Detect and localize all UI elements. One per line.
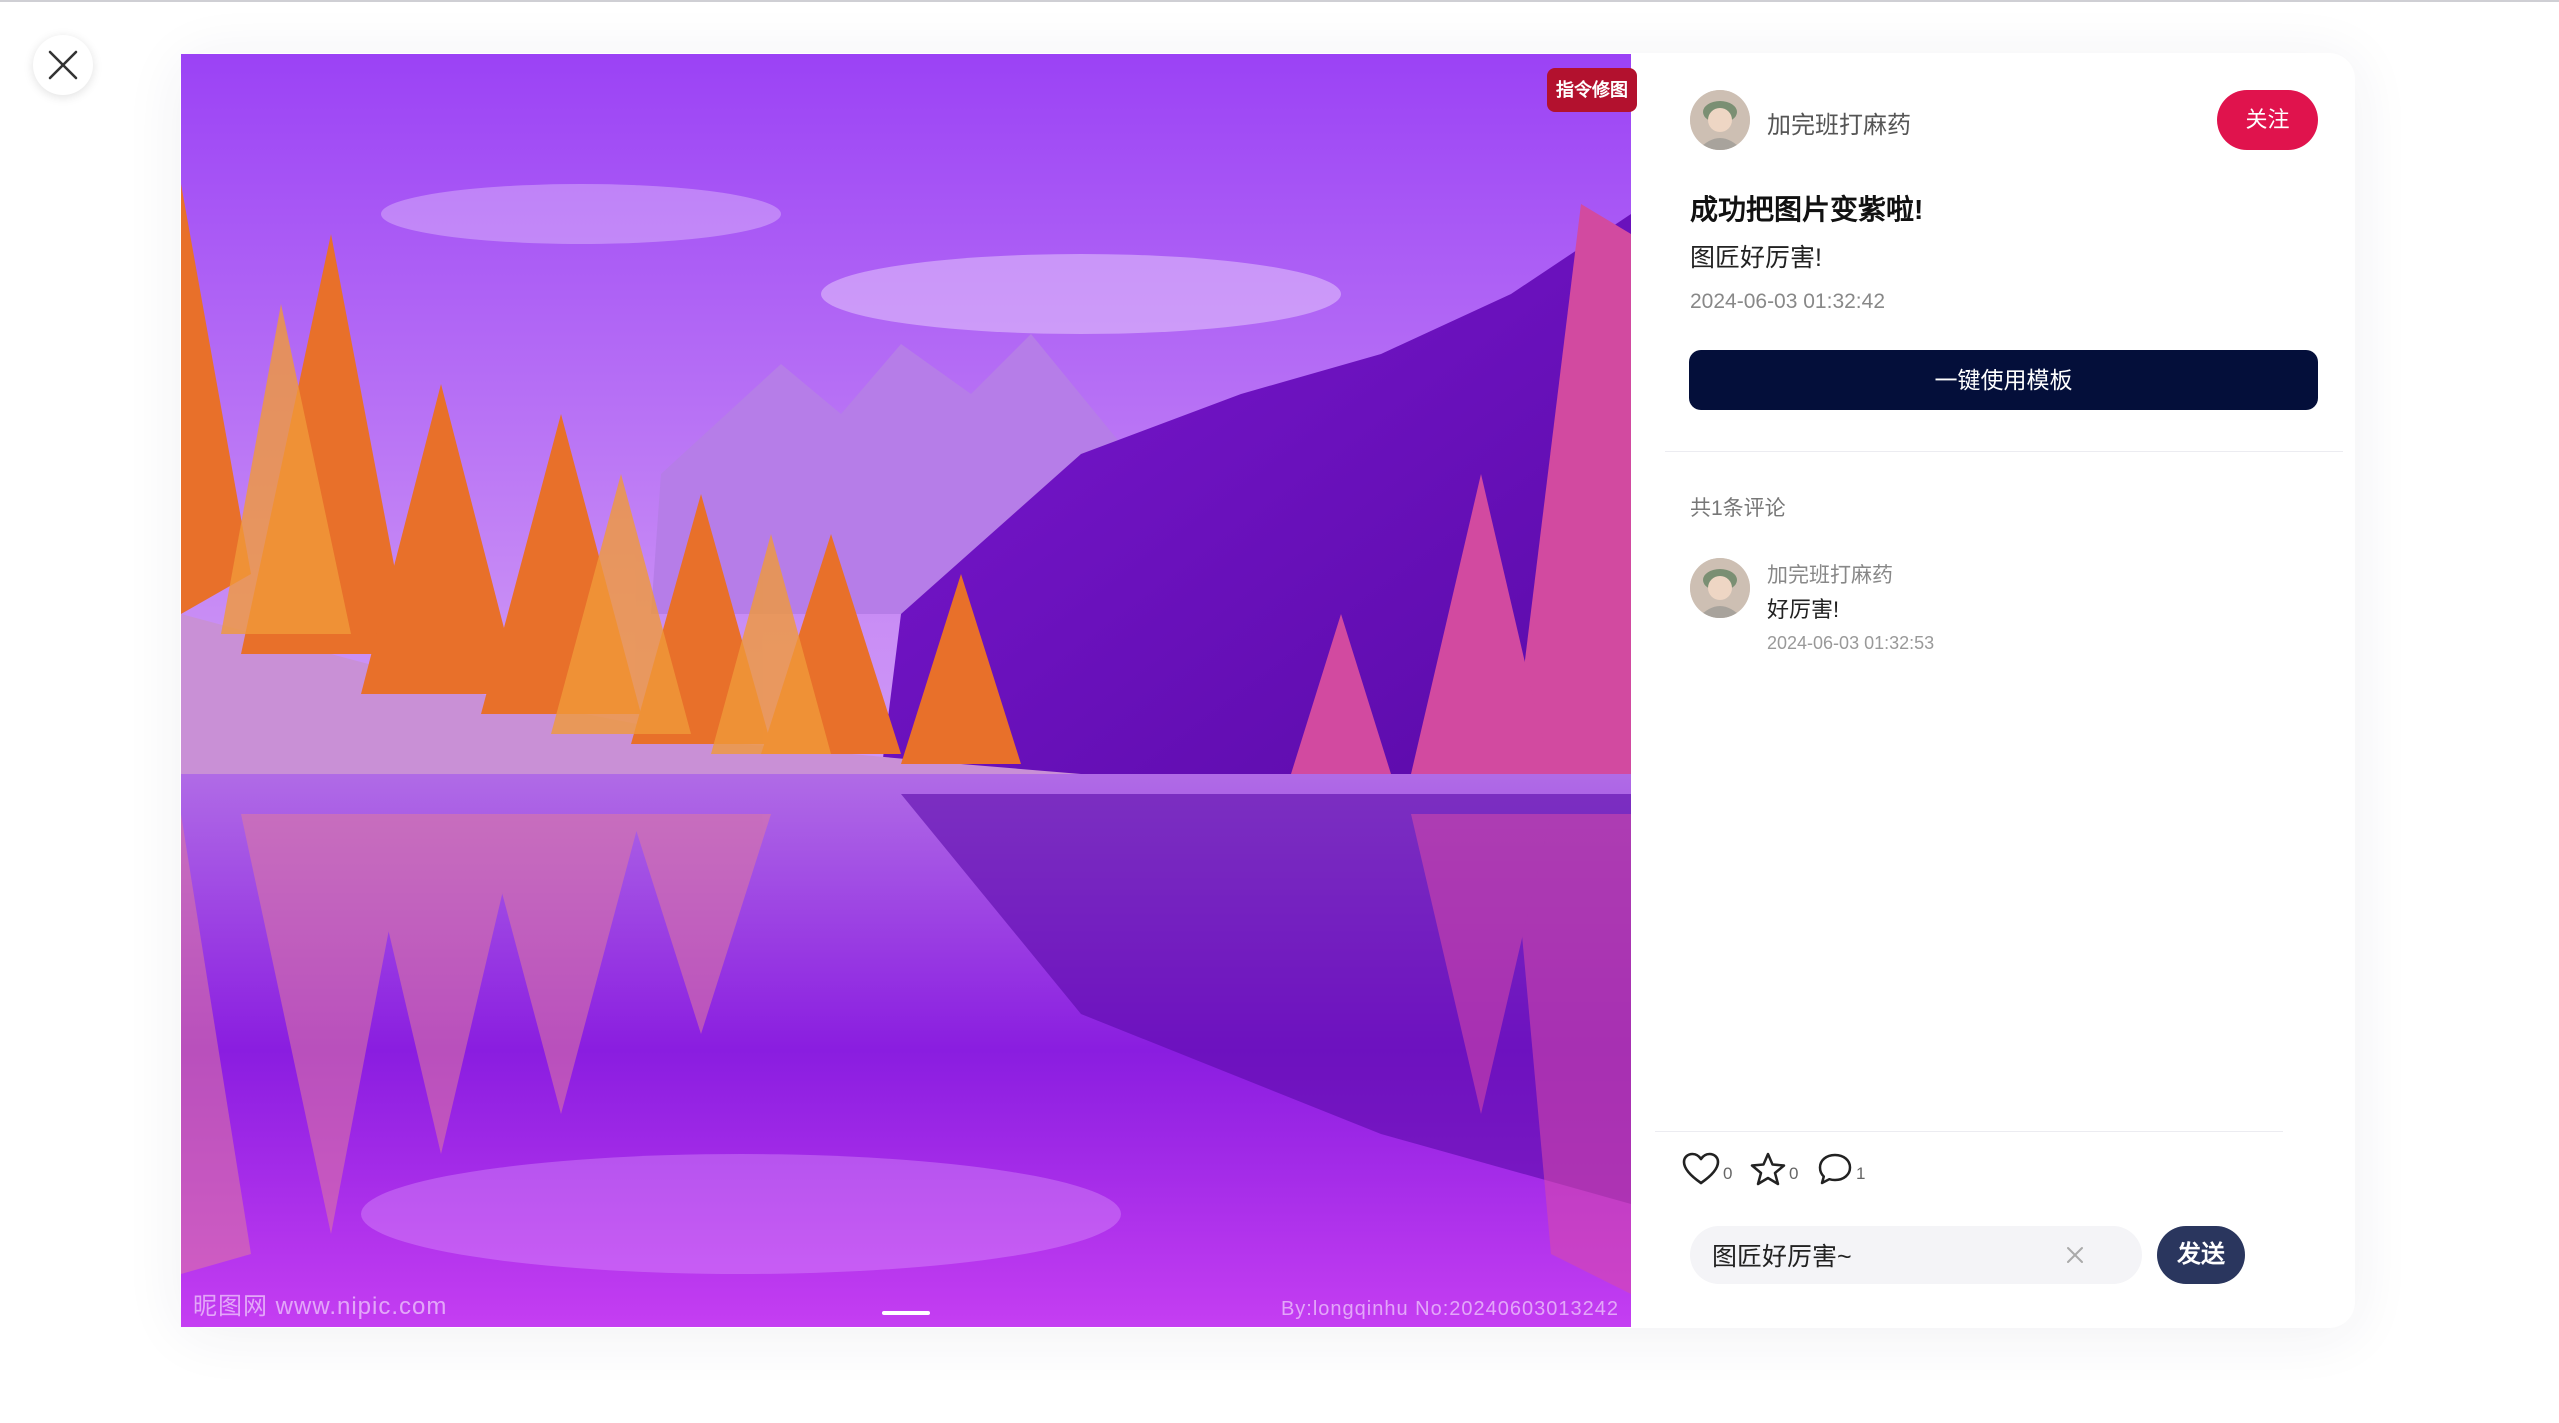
send-button[interactable]: 发送: [2157, 1226, 2245, 1284]
top-border: [0, 0, 2559, 2]
comment-input[interactable]: [1712, 1226, 2062, 1284]
watermark-right: By:longqinhu No:20240603013242: [1280, 1298, 1619, 1320]
comment-count: 共1条评论: [1690, 497, 1786, 520]
comment-user[interactable]: 加完班打麻药: [1767, 559, 1893, 589]
divider: [1665, 451, 2343, 452]
star-icon: [1750, 1152, 1786, 1186]
landscape-image: [181, 54, 1631, 1327]
post-title: 成功把图片变紫啦!: [1690, 194, 1924, 225]
favorite-count: 0: [1789, 1164, 1799, 1183]
comment-action-count: 1: [1856, 1164, 1866, 1183]
carousel-indicator[interactable]: [882, 1311, 930, 1315]
image-tag-badge: 指令修图: [1547, 68, 1637, 112]
post-description: 图匠好厉害!: [1690, 244, 1822, 272]
comment-button[interactable]: 1: [1817, 1148, 1865, 1190]
close-icon: [2067, 1247, 2083, 1263]
author-name[interactable]: 加完班打麻药: [1767, 105, 1911, 140]
comment-avatar[interactable]: [1690, 558, 1750, 618]
post-image[interactable]: 昵图网 www.nipic.com By:longqinhu No:202406…: [181, 54, 1631, 1327]
like-count: 0: [1723, 1164, 1733, 1183]
close-icon: [48, 50, 78, 80]
comment-text: 好厉害!: [1767, 597, 1840, 622]
favorite-button[interactable]: 0: [1750, 1148, 1798, 1190]
comment-date: 2024-06-03 01:32:53: [1767, 633, 1935, 653]
divider: [1655, 1131, 2283, 1132]
follow-button[interactable]: 关注: [2217, 90, 2318, 150]
use-template-button[interactable]: 一键使用模板: [1689, 350, 2318, 410]
comment-icon: [1818, 1153, 1852, 1185]
watermark-left: 昵图网 www.nipic.com: [193, 1293, 448, 1320]
post-date: 2024-06-03 01:32:42: [1690, 290, 1885, 313]
like-button[interactable]: 0: [1682, 1148, 1732, 1190]
close-button[interactable]: [33, 35, 93, 95]
avatar-image: [1690, 558, 1750, 618]
author-avatar[interactable]: [1690, 90, 1750, 150]
heart-icon: [1682, 1152, 1720, 1185]
clear-input-button[interactable]: [2060, 1240, 2090, 1270]
avatar-image: [1690, 90, 1750, 150]
